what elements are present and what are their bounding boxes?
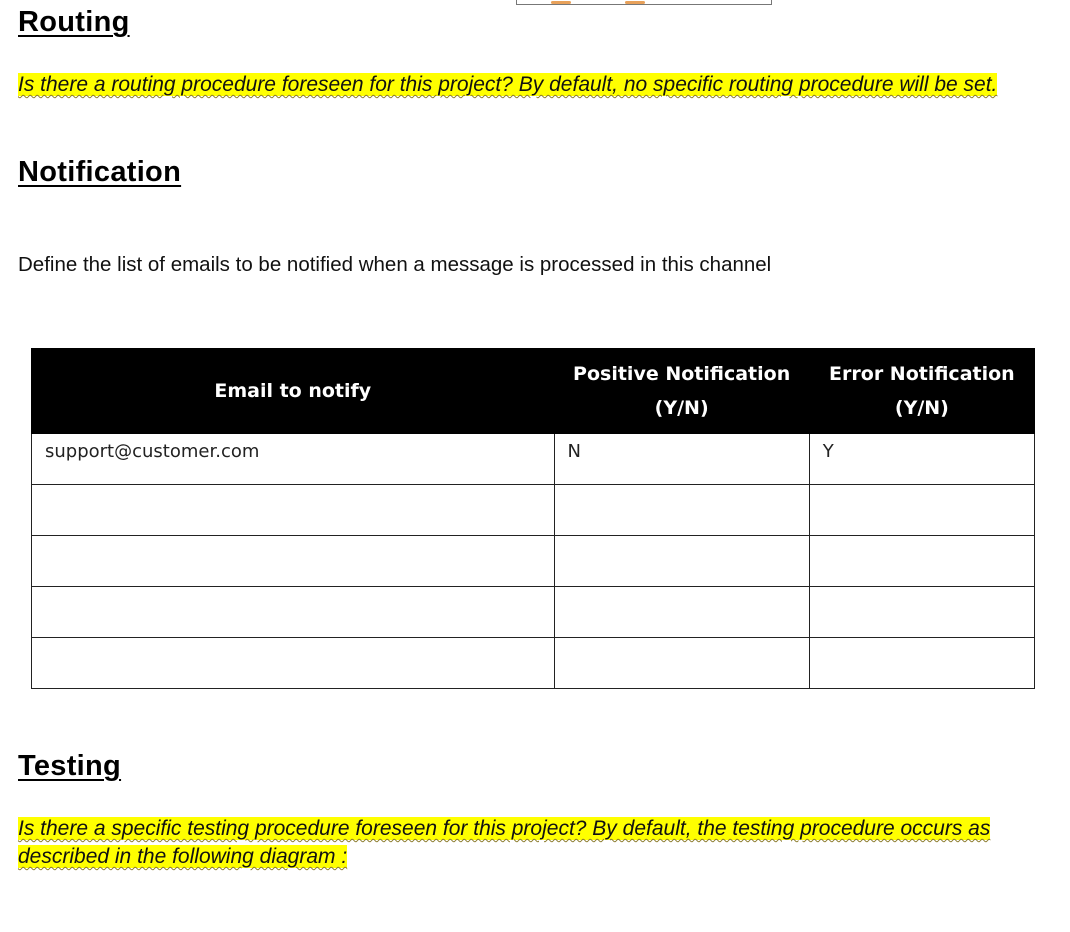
email-cell[interactable] <box>31 535 555 587</box>
header-positive-label: Positive Notification <box>573 363 791 385</box>
table-row <box>31 484 1036 536</box>
email-cell[interactable] <box>31 484 555 536</box>
table-row <box>31 586 1036 638</box>
notification-heading: Notification <box>18 156 182 188</box>
email-cell[interactable] <box>31 637 555 689</box>
header-email-to-notify: Email to notify <box>31 348 555 434</box>
positive-cell[interactable] <box>553 586 810 638</box>
header-email-label: Email to notify <box>214 380 372 402</box>
positive-cell[interactable]: N <box>553 433 810 485</box>
table-row <box>31 637 1036 689</box>
image-fragment-mark <box>625 1 645 4</box>
error-cell[interactable] <box>808 586 1036 638</box>
routing-paragraph: Is there a routing procedure foreseen fo… <box>18 71 1008 99</box>
error-cell[interactable] <box>808 637 1036 689</box>
routing-heading: Routing <box>18 6 130 38</box>
email-cell[interactable] <box>31 586 555 638</box>
image-fragment-mark <box>551 1 571 4</box>
notification-description: Define the list of emails to be notified… <box>18 253 772 276</box>
header-error-label: Error Notification <box>829 363 1015 385</box>
table-header-row: Email to notify Positive Notification (Y… <box>31 348 1036 434</box>
table-row <box>31 535 1036 587</box>
testing-paragraph-text: Is there a specific testing procedure fo… <box>18 817 991 868</box>
positive-cell[interactable] <box>553 637 810 689</box>
email-cell[interactable]: support@customer.com <box>31 433 555 485</box>
routing-paragraph-text: Is there a routing procedure foreseen fo… <box>18 73 998 96</box>
testing-paragraph: Is there a specific testing procedure fo… <box>18 815 1008 871</box>
table-row: support@customer.com N Y <box>31 433 1036 485</box>
positive-cell[interactable] <box>553 484 810 536</box>
header-error-notification: Error Notification (Y/N) <box>808 348 1036 434</box>
notification-table: Email to notify Positive Notification (Y… <box>31 348 1036 689</box>
error-cell[interactable] <box>808 535 1036 587</box>
text-cursor-icon <box>767 390 775 414</box>
positive-cell[interactable] <box>553 535 810 587</box>
error-cell[interactable] <box>808 484 1036 536</box>
error-cell[interactable]: Y <box>808 433 1036 485</box>
embedded-image-fragment <box>516 0 772 5</box>
testing-heading: Testing <box>18 750 122 782</box>
header-error-yn: (Y/N) <box>894 397 949 419</box>
